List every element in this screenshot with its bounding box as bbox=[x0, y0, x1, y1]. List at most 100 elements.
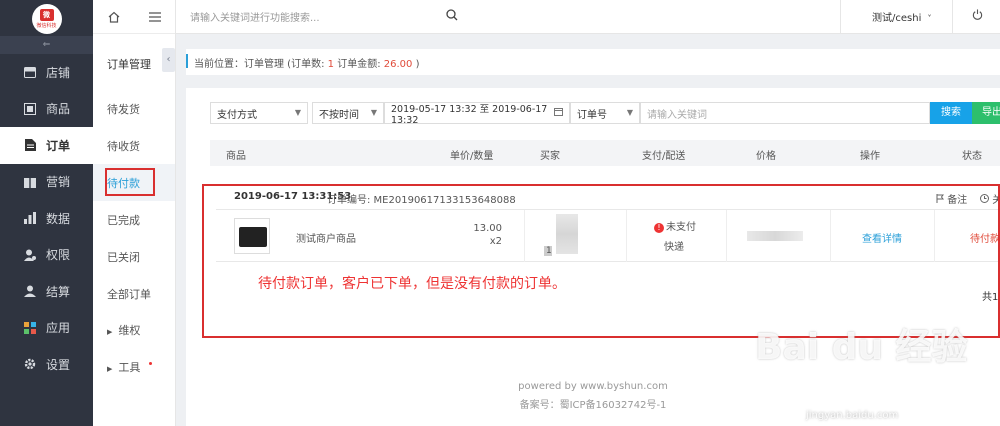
sidebar-item-label: 数据 bbox=[46, 211, 71, 226]
time-value: 不按时间 bbox=[319, 109, 359, 121]
brand-logo[interactable]: 微 微信科技 bbox=[31, 4, 62, 34]
home-icon bbox=[108, 11, 119, 23]
search-icon[interactable] bbox=[446, 9, 458, 21]
sidebar-item-label: 结算 bbox=[46, 284, 71, 299]
subnav-title: 订单管理 bbox=[107, 58, 151, 71]
data-icon bbox=[24, 212, 36, 225]
time-select[interactable]: 不按时间 ▼ bbox=[312, 102, 384, 124]
menu-button[interactable] bbox=[134, 0, 175, 34]
marketing-icon bbox=[24, 176, 36, 188]
sidebar-item-goods[interactable]: 商品 bbox=[0, 91, 93, 128]
export-button[interactable]: 导出 bbox=[972, 102, 1000, 124]
user-name: 测试/ceshi bbox=[872, 13, 922, 24]
sidebar-item-orders[interactable]: 订单 bbox=[0, 127, 93, 164]
subnav-collapse-button[interactable]: ‹ bbox=[162, 48, 175, 72]
subnav-item-to-receive[interactable]: 待收货 bbox=[107, 138, 140, 154]
apps-icon bbox=[24, 321, 36, 334]
chevron-down-icon: ▼ bbox=[626, 108, 633, 117]
col-amount: 价格 bbox=[756, 151, 776, 162]
sidebar-item-permission[interactable]: 权限 bbox=[0, 237, 93, 274]
hamburger-icon bbox=[148, 11, 161, 22]
logout-button[interactable] bbox=[972, 9, 983, 23]
subnav-item-completed[interactable]: 已完成 bbox=[107, 212, 140, 228]
sidebar-collapse-button[interactable]: ⇐ bbox=[0, 36, 93, 54]
top-bar: 请输入关键词进行功能搜索... 测试/ceshi ˅ bbox=[176, 0, 1000, 34]
home-button[interactable] bbox=[93, 0, 134, 34]
permission-icon bbox=[24, 249, 36, 261]
field-value: 订单号 bbox=[577, 109, 607, 121]
sidebar-item-label: 权限 bbox=[46, 248, 71, 263]
settings-icon bbox=[24, 358, 36, 370]
sidebar-item-label: 设置 bbox=[46, 357, 71, 372]
col-status: 状态 bbox=[962, 151, 982, 162]
keyword-input[interactable]: 请输入关键词 bbox=[640, 102, 930, 124]
caret-right-icon: ▶ bbox=[107, 328, 113, 336]
sidebar-item-store[interactable]: 店铺 bbox=[0, 54, 93, 91]
logo-mark-icon: 微 bbox=[39, 9, 54, 21]
divider bbox=[952, 0, 953, 34]
sidebar-item-label: 商品 bbox=[46, 102, 71, 117]
logo-area: 微 微信科技 bbox=[0, 0, 93, 34]
divider bbox=[840, 0, 841, 34]
order-amount: 26.00 bbox=[383, 59, 413, 70]
breadcrumb: 当前位置：订单管理 (订单数: 1 订单金额: 26.00 ) bbox=[186, 49, 1000, 75]
sidebar-item-data[interactable]: 数据 bbox=[0, 200, 93, 237]
field-select[interactable]: 订单号 ▼ bbox=[570, 102, 640, 124]
logo-text: 微信科技 bbox=[36, 23, 57, 29]
filter-bar: 支付方式 ▼ 不按时间 ▼ 2019-05-17 13:32 至 2019-06-1… bbox=[210, 102, 930, 126]
col-buyer: 买家 bbox=[540, 151, 560, 162]
order-icon bbox=[24, 139, 36, 152]
breadcrumb-mid: 订单金额: bbox=[334, 59, 384, 70]
chevron-down-icon: ▼ bbox=[294, 108, 301, 117]
col-product: 商品 bbox=[226, 151, 246, 162]
subnav-group-label: 工具 bbox=[118, 361, 141, 374]
function-search-input[interactable]: 请输入关键词进行功能搜索... bbox=[190, 9, 320, 24]
highlight-frame-unpaid bbox=[105, 168, 155, 196]
sidebar-item-label: 店铺 bbox=[46, 65, 71, 80]
sidebar-item-label: 应用 bbox=[46, 321, 71, 336]
breadcrumb-suffix: ) bbox=[412, 59, 420, 70]
subnav-group-label: 维权 bbox=[118, 324, 141, 337]
sidebar-item-label: 订单 bbox=[46, 138, 71, 153]
goods-icon bbox=[24, 102, 36, 115]
subnav-group-rights[interactable]: ▶ 维权 bbox=[107, 322, 140, 338]
col-pay-ship: 支付/配送 bbox=[642, 151, 686, 162]
highlight-frame-order bbox=[202, 184, 1000, 338]
subnav-item-to-ship[interactable]: 待发货 bbox=[107, 101, 140, 117]
date-range-input[interactable]: 2019-05-17 13:32 至 2019-06-17 13:32 bbox=[384, 102, 570, 126]
date-range-value: 2019-05-17 13:32 至 2019-06-17 13:32 bbox=[391, 103, 548, 126]
watermark: Bai du 经验 bbox=[755, 327, 968, 368]
settlement-icon bbox=[24, 285, 36, 298]
chevron-down-icon: ▼ bbox=[370, 108, 377, 117]
sidebar-item-label: 营销 bbox=[46, 175, 71, 190]
subnav-toolbar bbox=[93, 0, 175, 34]
calendar-icon bbox=[554, 107, 563, 118]
table-header: 商品 单价/数量 买家 支付/配送 价格 操作 状态 bbox=[210, 140, 1000, 166]
sidebar-item-marketing[interactable]: 营销 bbox=[0, 164, 93, 201]
sidebar-item-settings[interactable]: 设置 bbox=[0, 346, 93, 383]
search-button[interactable]: 搜索 bbox=[930, 102, 972, 124]
subnav-group-tools[interactable]: ▶ 工具 bbox=[107, 359, 140, 375]
col-actions: 操作 bbox=[860, 151, 880, 162]
store-icon bbox=[24, 66, 36, 78]
watermark-url: jingyan.baidu.com bbox=[806, 410, 899, 421]
breadcrumb-accent bbox=[186, 54, 188, 68]
caret-right-icon: ▶ bbox=[107, 365, 113, 373]
pay-method-value: 支付方式 bbox=[217, 109, 257, 121]
sidebar-item-apps[interactable]: 应用 bbox=[0, 310, 93, 347]
user-menu[interactable]: 测试/ceshi ˅ bbox=[872, 9, 932, 24]
powered-by: powered by www.byshun.com bbox=[518, 381, 668, 392]
chevron-down-icon: ˅ bbox=[927, 14, 932, 23]
subnav-item-closed[interactable]: 已关闭 bbox=[107, 249, 140, 265]
new-badge-dot bbox=[149, 362, 152, 365]
col-price-qty: 单价/数量 bbox=[450, 151, 494, 162]
sidebar-item-settlement[interactable]: 结算 bbox=[0, 273, 93, 310]
breadcrumb-prefix: 当前位置：订单管理 (订单数: bbox=[194, 59, 328, 70]
keyword-placeholder: 请输入关键词 bbox=[647, 109, 707, 121]
main-sidebar: 微 微信科技 ⇐ 店铺 商品 订单 营销 数据 权限 结算 应用 设置 bbox=[0, 0, 93, 426]
pay-method-select[interactable]: 支付方式 ▼ bbox=[210, 102, 308, 124]
icp-record: 备案号：蜀ICP备16032742号-1 bbox=[519, 400, 667, 411]
power-icon bbox=[972, 9, 983, 20]
breadcrumb-text: 当前位置：订单管理 (订单数: 1 订单金额: 26.00 ) bbox=[194, 55, 419, 70]
subnav-item-all-orders[interactable]: 全部订单 bbox=[107, 286, 151, 302]
